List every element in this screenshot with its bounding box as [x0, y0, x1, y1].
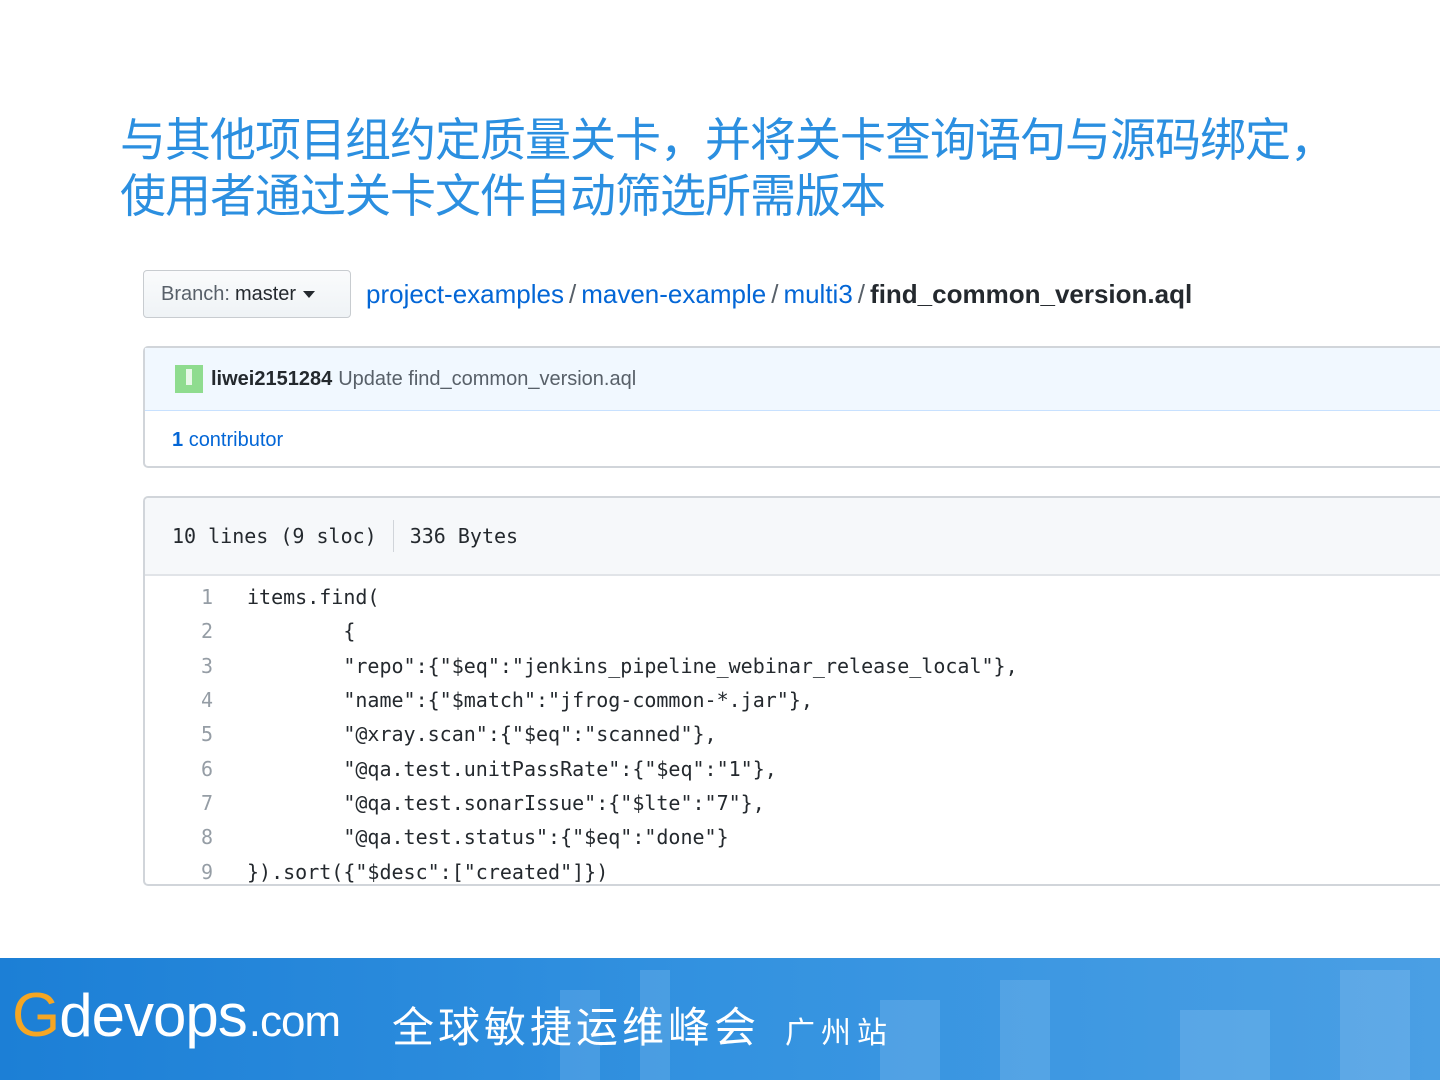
code-line: 7 "@qa.test.sonarIssue":{"$lte":"7"},: [145, 786, 1440, 820]
code-line: 2 {: [145, 614, 1440, 648]
line-code: {: [247, 619, 356, 644]
event-city: 广州站: [785, 1016, 893, 1051]
code-body: 1 items.find(2 {3 "repo":{"$eq":"jenkins_…: [145, 576, 1440, 884]
breadcrumb: project-examples / maven-example / multi3/fi…: [366, 278, 1193, 309]
line-number[interactable]: 2: [145, 619, 215, 643]
breadcrumb-repo[interactable]: project-examples: [366, 279, 564, 309]
file-size: 336 Bytes: [409, 524, 519, 548]
footer-banner: Gdevops .com 全球敏捷运维峰会 广州站: [0, 958, 1440, 1080]
line-number[interactable]: 7: [145, 791, 215, 815]
line-code: }).sort({"$desc":["created"]}): [247, 859, 609, 884]
file-navigation: Branch: master project-examples / maven-ex…: [143, 270, 1192, 318]
gdevops-logo: Gdevops .com: [12, 981, 341, 1050]
file-viewer: 10 lines (9 sloc) 336 Bytes 1 items.find(…: [143, 496, 1440, 886]
line-code: "@qa.test.unitPassRate":{"$eq":"1"},: [247, 756, 777, 781]
line-code: "@qa.test.sonarIssue":{"$lte":"7"},: [247, 790, 765, 815]
line-code: "repo":{"$eq":"jenkins_pipeline_webinar_…: [247, 653, 1018, 678]
branch-selector[interactable]: Branch: master: [143, 270, 351, 318]
line-number[interactable]: 5: [145, 722, 215, 746]
line-code: "@xray.scan":{"$eq":"scanned"},: [247, 722, 717, 747]
divider: [392, 520, 394, 552]
slide-title: 与其他项目组约定质量关卡，并将关卡查询语句与源码绑定，使用者通过关卡文件自动筛选…: [120, 113, 1336, 223]
contributors-count: 1: [172, 429, 184, 451]
line-code: "@qa.test.status":{"$eq":"done"}: [247, 825, 729, 850]
line-code: "name":{"$match":"jfrog-common-*.jar"},: [247, 688, 813, 713]
code-line: 1 items.find(: [145, 580, 1440, 614]
code-line: 8 "@qa.test.status":{"$eq":"done"}: [145, 820, 1440, 854]
file-header: 10 lines (9 sloc) 336 Bytes: [145, 498, 1440, 576]
line-number[interactable]: 9: [145, 860, 215, 884]
breadcrumb-subfolder[interactable]: multi3: [783, 279, 852, 309]
commit-box: liwei2151284 Update find_common_version.…: [143, 346, 1440, 468]
code-line: 5 "@xray.scan":{"$eq":"scanned"},: [145, 717, 1440, 751]
code-line: 3 "repo":{"$eq":"jenkins_pipeline_webina…: [145, 649, 1440, 683]
breadcrumb-folder[interactable]: maven-example: [581, 279, 766, 309]
branch-label: Branch:: [161, 282, 230, 305]
code-line: 6 "@qa.test.unitPassRate":{"$eq":"1"},: [145, 751, 1440, 785]
file-line-count: 10 lines (9 sloc): [172, 524, 377, 548]
contributors-label: contributor: [188, 429, 284, 451]
line-number[interactable]: 3: [145, 654, 215, 678]
line-number[interactable]: 6: [145, 757, 215, 781]
commit-message[interactable]: Update find_common_version.aql: [338, 368, 636, 391]
caret-down-icon: [303, 290, 316, 298]
commit-author[interactable]: liwei2151284: [211, 368, 332, 391]
contributors-link[interactable]: 1 contributor: [145, 411, 1440, 452]
latest-commit: liwei2151284 Update find_common_version.…: [145, 348, 1440, 411]
code-line: 4 "name":{"$match":"jfrog-common-*.jar"}…: [145, 683, 1440, 717]
breadcrumb-file: find_common_version.aql: [870, 278, 1193, 309]
line-number[interactable]: 1: [145, 585, 215, 609]
event-name: 全球敏捷运维峰会: [392, 1003, 761, 1052]
line-number[interactable]: 8: [145, 825, 215, 849]
code-line: 9 }).sort({"$desc":["created"]}): [145, 854, 1440, 884]
avatar[interactable]: [175, 365, 203, 393]
line-code: items.find(: [247, 585, 380, 610]
line-number[interactable]: 4: [145, 688, 215, 712]
branch-value: master: [234, 282, 297, 305]
